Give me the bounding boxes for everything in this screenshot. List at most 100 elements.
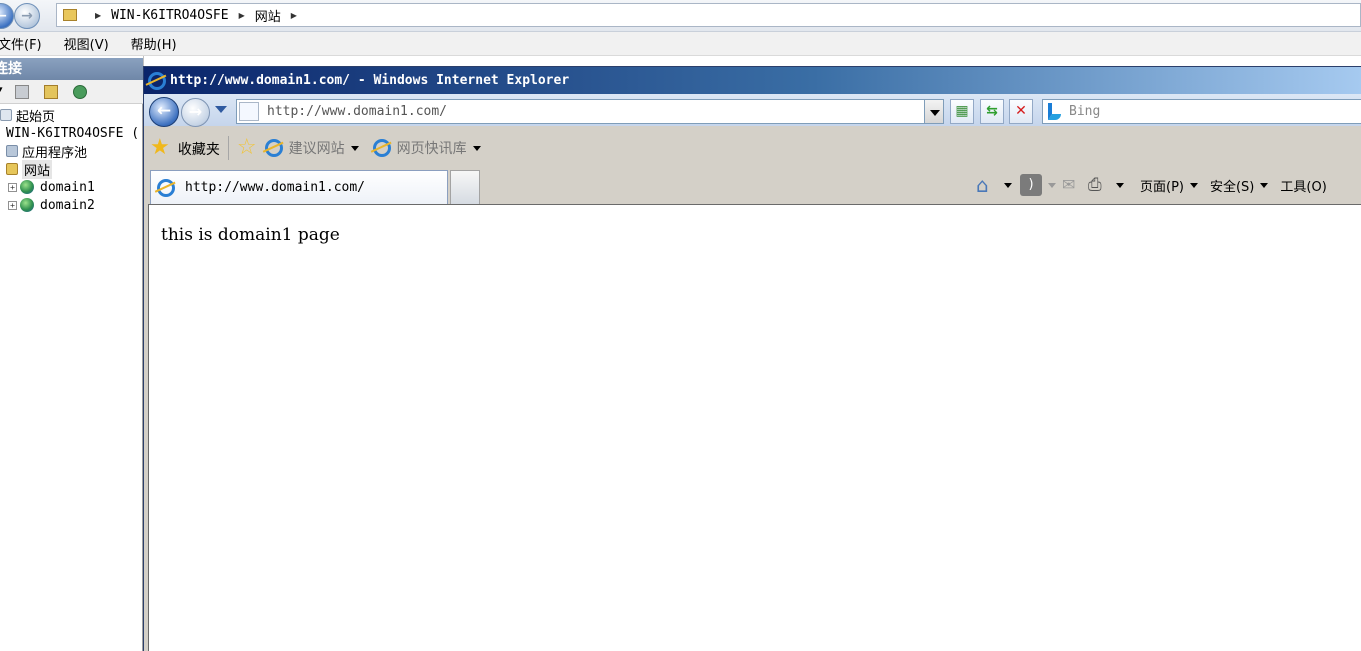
ie-titlebar[interactable]: http://www.domain1.com/ - Windows Intern… [144, 67, 1361, 94]
chevron-down-icon [1116, 182, 1124, 188]
connections-header: 连接 [0, 58, 143, 80]
print-button[interactable]: ⎙ [1088, 174, 1124, 196]
new-tab-button[interactable] [450, 170, 480, 204]
menu-help[interactable]: 帮助(H) [131, 34, 177, 53]
page-menu-label: 页面(P) [1140, 179, 1184, 195]
chevron-down-icon [350, 145, 359, 151]
compatibility-icon: ▦ [955, 103, 969, 119]
ie-page-icon [157, 178, 175, 197]
mail-button[interactable]: ✉ [1062, 174, 1084, 196]
chevron-down-icon [1004, 182, 1012, 188]
tab-active[interactable]: http://www.domain1.com/ [150, 170, 448, 204]
ie-window: http://www.domain1.com/ - Windows Intern… [143, 66, 1361, 651]
bing-icon [1048, 103, 1061, 120]
save-icon[interactable] [15, 85, 29, 99]
web-slice-gallery-button[interactable]: 网页快讯库 [372, 138, 481, 158]
rss-icon: ) [1020, 174, 1042, 196]
app-pool-icon [6, 145, 18, 157]
safety-menu-button[interactable]: 安全(S) [1204, 176, 1269, 195]
tree-item-app-pools[interactable]: 应用程序池 [6, 142, 88, 161]
stop-button[interactable]: ✕ [1009, 99, 1033, 124]
refresh-button[interactable]: ⇆ [980, 99, 1004, 124]
forward-button[interactable]: → [181, 98, 210, 127]
favorites-button[interactable]: ★ 收藏夹 [150, 137, 220, 159]
chevron-right-icon: ▶ [95, 10, 102, 20]
search-box[interactable]: Bing [1042, 99, 1361, 124]
separator [227, 136, 229, 160]
sites-folder-icon [6, 163, 18, 175]
suggested-sites-button[interactable]: 建议网站 [264, 138, 359, 158]
expand-icon[interactable]: + [8, 200, 17, 210]
suggested-sites-label: 建议网站 [288, 141, 345, 157]
connections-toolbar: ▾ [0, 80, 143, 104]
folder-icon [63, 9, 77, 21]
page-icon [239, 102, 259, 121]
tree-item-domain1[interactable]: + domain1 [8, 178, 95, 196]
tree-label: domain2 [40, 197, 95, 213]
back-arrow-icon: ← [0, 8, 7, 24]
forward-arrow-icon: → [21, 8, 33, 24]
favorites-star-icon: ★ [150, 135, 170, 160]
iis-menu-bar: 文件(F) 视图(V) 帮助(H) [0, 32, 1361, 56]
breadcrumb-server[interactable]: WIN-K6ITRO4OSFE [111, 8, 228, 23]
iis-breadcrumb[interactable]: ▶ WIN-K6ITRO4OSFE ▶ 网站 ▶ [56, 3, 1361, 27]
chevron-right-icon: ▶ [238, 10, 245, 20]
iis-forward-button[interactable]: → [14, 3, 40, 29]
iis-address-bar: ← → ▶ WIN-K6ITRO4OSFE ▶ 网站 ▶ [0, 0, 1361, 32]
chevron-right-icon: ▶ [290, 10, 297, 20]
add-to-favorites-icon[interactable]: ☆ [237, 137, 257, 159]
ie-page-icon [372, 139, 391, 157]
ie-page-icon [264, 139, 283, 157]
back-arrow-icon: ← [156, 101, 172, 121]
command-bar: ⌂ ) ✉ ⎙ 页面(P) 安全(S) 工具(O) [976, 172, 1327, 198]
tree-item-start-page[interactable]: 起始页 [0, 106, 56, 125]
globe-icon [20, 198, 34, 212]
ie-navigation-bar: ← → http://www.domain1.com/ ▦ ⇆ ✕ Bing [144, 94, 1361, 127]
back-button[interactable]: ← [149, 97, 179, 127]
window-title: http://www.domain1.com/ - Windows Intern… [170, 73, 570, 88]
menu-file[interactable]: 文件(F) [0, 34, 42, 53]
tree-label: 应用程序池 [22, 145, 88, 161]
iis-back-button[interactable]: ← [0, 3, 14, 29]
iis-content-edge [143, 56, 188, 66]
chevron-down-icon [1260, 182, 1269, 188]
chevron-down-icon [1189, 182, 1198, 188]
chevron-down-icon [1048, 182, 1056, 188]
ie-logo-icon [148, 71, 166, 90]
tree-label: 起始页 [16, 109, 56, 125]
connect-icon[interactable] [73, 85, 87, 99]
tree-item-domain2[interactable]: + domain2 [8, 196, 95, 214]
tree-label: WIN-K6ITRO4OSFE ( [6, 125, 140, 141]
page-text: this is domain1 page [161, 225, 340, 245]
search-placeholder[interactable]: Bing [1069, 104, 1100, 119]
tree-label: 网站 [22, 159, 53, 179]
refresh-icon: ⇆ [986, 103, 998, 119]
recent-pages-dropdown[interactable] [215, 106, 227, 113]
favorites-bar: ★ 收藏夹 ☆ 建议网站 网页快讯库 [144, 128, 1361, 168]
breadcrumb-sites[interactable]: 网站 [255, 6, 281, 25]
compatibility-view-button[interactable]: ▦ [950, 99, 974, 124]
expand-icon[interactable]: + [8, 182, 17, 192]
address-dropdown-button[interactable] [924, 99, 944, 124]
up-folder-icon[interactable] [44, 85, 58, 99]
feeds-button[interactable]: ) [1020, 174, 1056, 196]
tree-item-sites[interactable]: 网站 [6, 159, 53, 179]
connections-title: 连接 [0, 61, 22, 77]
tree-item-server[interactable]: WIN-K6ITRO4OSFE ( [6, 124, 139, 142]
globe-icon [20, 180, 34, 194]
tools-menu-label: 工具(O) [1280, 179, 1327, 195]
printer-icon: ⎙ [1088, 175, 1102, 195]
address-input[interactable]: http://www.domain1.com/ [267, 104, 447, 119]
tab-title: http://www.domain1.com/ [185, 180, 366, 195]
menu-view[interactable]: 视图(V) [64, 34, 109, 53]
mail-icon: ✉ [1062, 175, 1076, 194]
home-button[interactable]: ⌂ [976, 174, 1012, 196]
forward-arrow-icon: → [188, 102, 203, 121]
dropdown-arrow-icon[interactable]: ▾ [0, 85, 3, 95]
chevron-down-icon [472, 145, 481, 151]
web-slice-gallery-label: 网页快讯库 [396, 141, 467, 157]
safety-menu-label: 安全(S) [1209, 179, 1255, 195]
tools-menu-button[interactable]: 工具(O) [1274, 176, 1326, 195]
page-menu-button[interactable]: 页面(P) [1134, 176, 1198, 195]
address-bar[interactable]: http://www.domain1.com/ [236, 99, 944, 124]
